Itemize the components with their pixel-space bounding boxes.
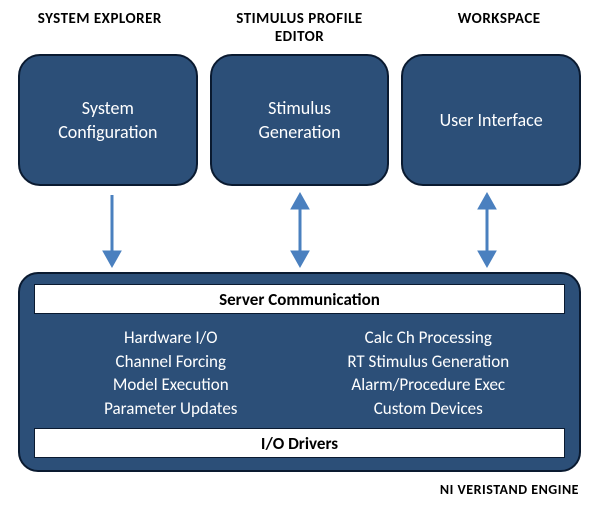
features-right-col: Calc Ch Processing RT Stimulus Generatio… xyxy=(300,326,558,420)
feature-channel-forcing: Channel Forcing xyxy=(116,351,226,372)
arrow-down-icon xyxy=(99,191,125,269)
engine-label: NI VERISTAND ENGINE xyxy=(440,481,579,498)
header-stimulus-profile-editor: STIMULUS PROFILE EDITOR xyxy=(200,10,400,46)
feature-parameter-updates: Parameter Updates xyxy=(104,398,237,419)
arrow-bidirectional-icon xyxy=(287,191,313,269)
feature-rt-stimulus-generation: RT Stimulus Generation xyxy=(347,351,509,372)
arrow-bidirectional-icon xyxy=(474,191,500,269)
band-server-communication: Server Communication xyxy=(34,284,565,314)
top-header-row: SYSTEM EXPLORER STIMULUS PROFILE EDITOR … xyxy=(0,10,599,46)
feature-alarm-procedure-exec: Alarm/Procedure Exec xyxy=(351,374,505,395)
features-area: Hardware I/O Channel Forcing Model Execu… xyxy=(34,322,565,420)
arrows-row xyxy=(18,190,581,270)
box-user-interface: User Interface xyxy=(401,54,581,186)
top-boxes-row: System Configuration Stimulus Generation… xyxy=(18,54,581,186)
box-stimulus-generation: Stimulus Generation xyxy=(210,54,390,186)
band-io-drivers: I/O Drivers xyxy=(34,428,565,458)
feature-custom-devices: Custom Devices xyxy=(374,398,483,419)
feature-calc-ch-processing: Calc Ch Processing xyxy=(365,327,492,348)
server-box: Server Communication Hardware I/O Channe… xyxy=(18,272,581,472)
header-system-explorer: SYSTEM EXPLORER xyxy=(0,10,200,46)
header-workspace: WORKSPACE xyxy=(399,10,599,46)
features-left-col: Hardware I/O Channel Forcing Model Execu… xyxy=(42,326,300,420)
feature-hardware-io: Hardware I/O xyxy=(124,327,218,348)
box-system-configuration: System Configuration xyxy=(18,54,198,186)
feature-model-execution: Model Execution xyxy=(113,374,229,395)
